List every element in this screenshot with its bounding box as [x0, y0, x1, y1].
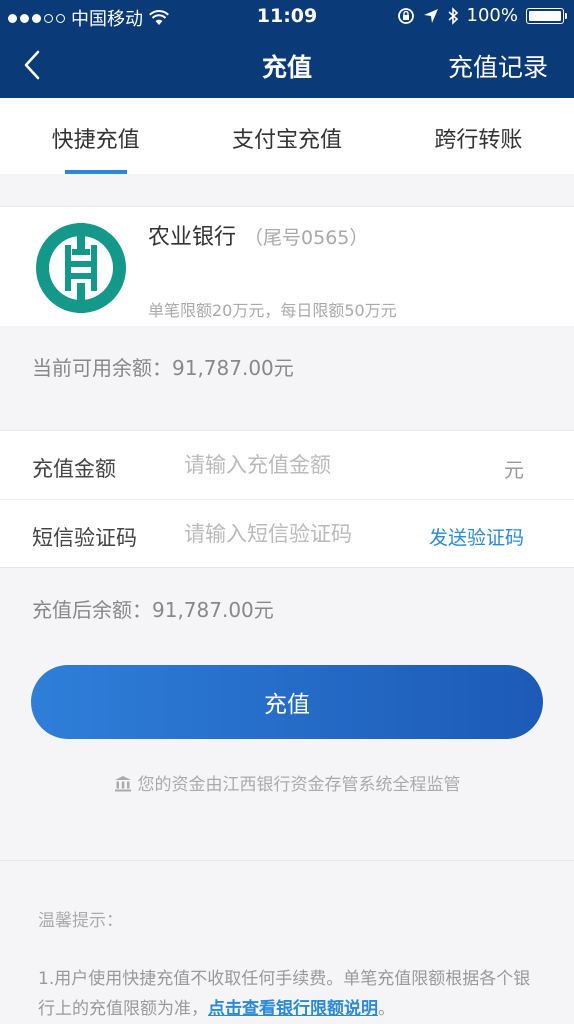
tab-bar: 快捷充值 支付宝充值 跨行转账 [0, 98, 574, 174]
recharge-form: 充值金额 元 短信验证码 发送验证码 [0, 430, 574, 568]
supervision-text: 您的资金由江西银行资金存管系统全程监管 [137, 775, 461, 795]
abc-bank-logo [36, 223, 126, 313]
sms-label: 短信验证码 [32, 526, 137, 550]
nav-bar: 充值 充值记录 [0, 32, 574, 98]
battery-percent: 100% [466, 5, 518, 26]
card-tail-number: （尾号0565） [244, 227, 369, 249]
tips-title: 温馨提示： [38, 911, 123, 931]
status-bar: 中国移动 11:09 100% [0, 0, 574, 32]
recharge-button[interactable]: 充值 [31, 665, 543, 739]
tab-quick-recharge[interactable]: 快捷充值 [0, 98, 191, 174]
sms-code-input[interactable] [184, 516, 414, 552]
rotation-lock-icon [397, 7, 414, 24]
bank-building-icon [114, 776, 131, 792]
tip-item: 1.用户使用快捷充值不收取任何手续费。单笔充值限额根据各个银行上的充值限额为准，… [38, 964, 538, 1024]
amount-unit: 元 [504, 458, 524, 482]
bank-name-text: 农业银行 [148, 225, 237, 250]
send-code-button[interactable]: 发送验证码 [429, 523, 524, 550]
bank-limit-link[interactable]: 点击查看银行限额说明 [208, 999, 378, 1019]
section-divider [0, 860, 574, 861]
amount-row: 充值金额 元 [0, 431, 574, 500]
bank-limit: 单笔限额20万元，每日限额50万元 [148, 301, 397, 320]
bank-name: 农业银行 （尾号0565） [148, 219, 368, 251]
location-arrow-icon [423, 8, 438, 23]
battery-icon [526, 7, 567, 24]
available-balance: 当前可用余额：91,787.00元 [32, 356, 294, 380]
supervision-notice: 您的资金由江西银行资金存管系统全程监管 [0, 770, 574, 795]
post-recharge-balance: 充值后余额：91,787.00元 [32, 598, 274, 622]
tab-interbank-transfer[interactable]: 跨行转账 [383, 98, 574, 174]
tip-end: 。 [378, 999, 395, 1019]
recharge-records-button[interactable]: 充值记录 [448, 48, 548, 84]
sms-row: 短信验证码 发送验证码 [0, 500, 574, 569]
amount-label: 充值金额 [32, 457, 116, 481]
status-right: 100% [397, 5, 567, 26]
tab-alipay-recharge[interactable]: 支付宝充值 [191, 98, 382, 174]
bluetooth-icon [448, 6, 458, 25]
bank-card[interactable]: 农业银行 （尾号0565） 单笔限额20万元，每日限额50万元 [0, 206, 574, 326]
amount-input[interactable] [184, 447, 414, 483]
